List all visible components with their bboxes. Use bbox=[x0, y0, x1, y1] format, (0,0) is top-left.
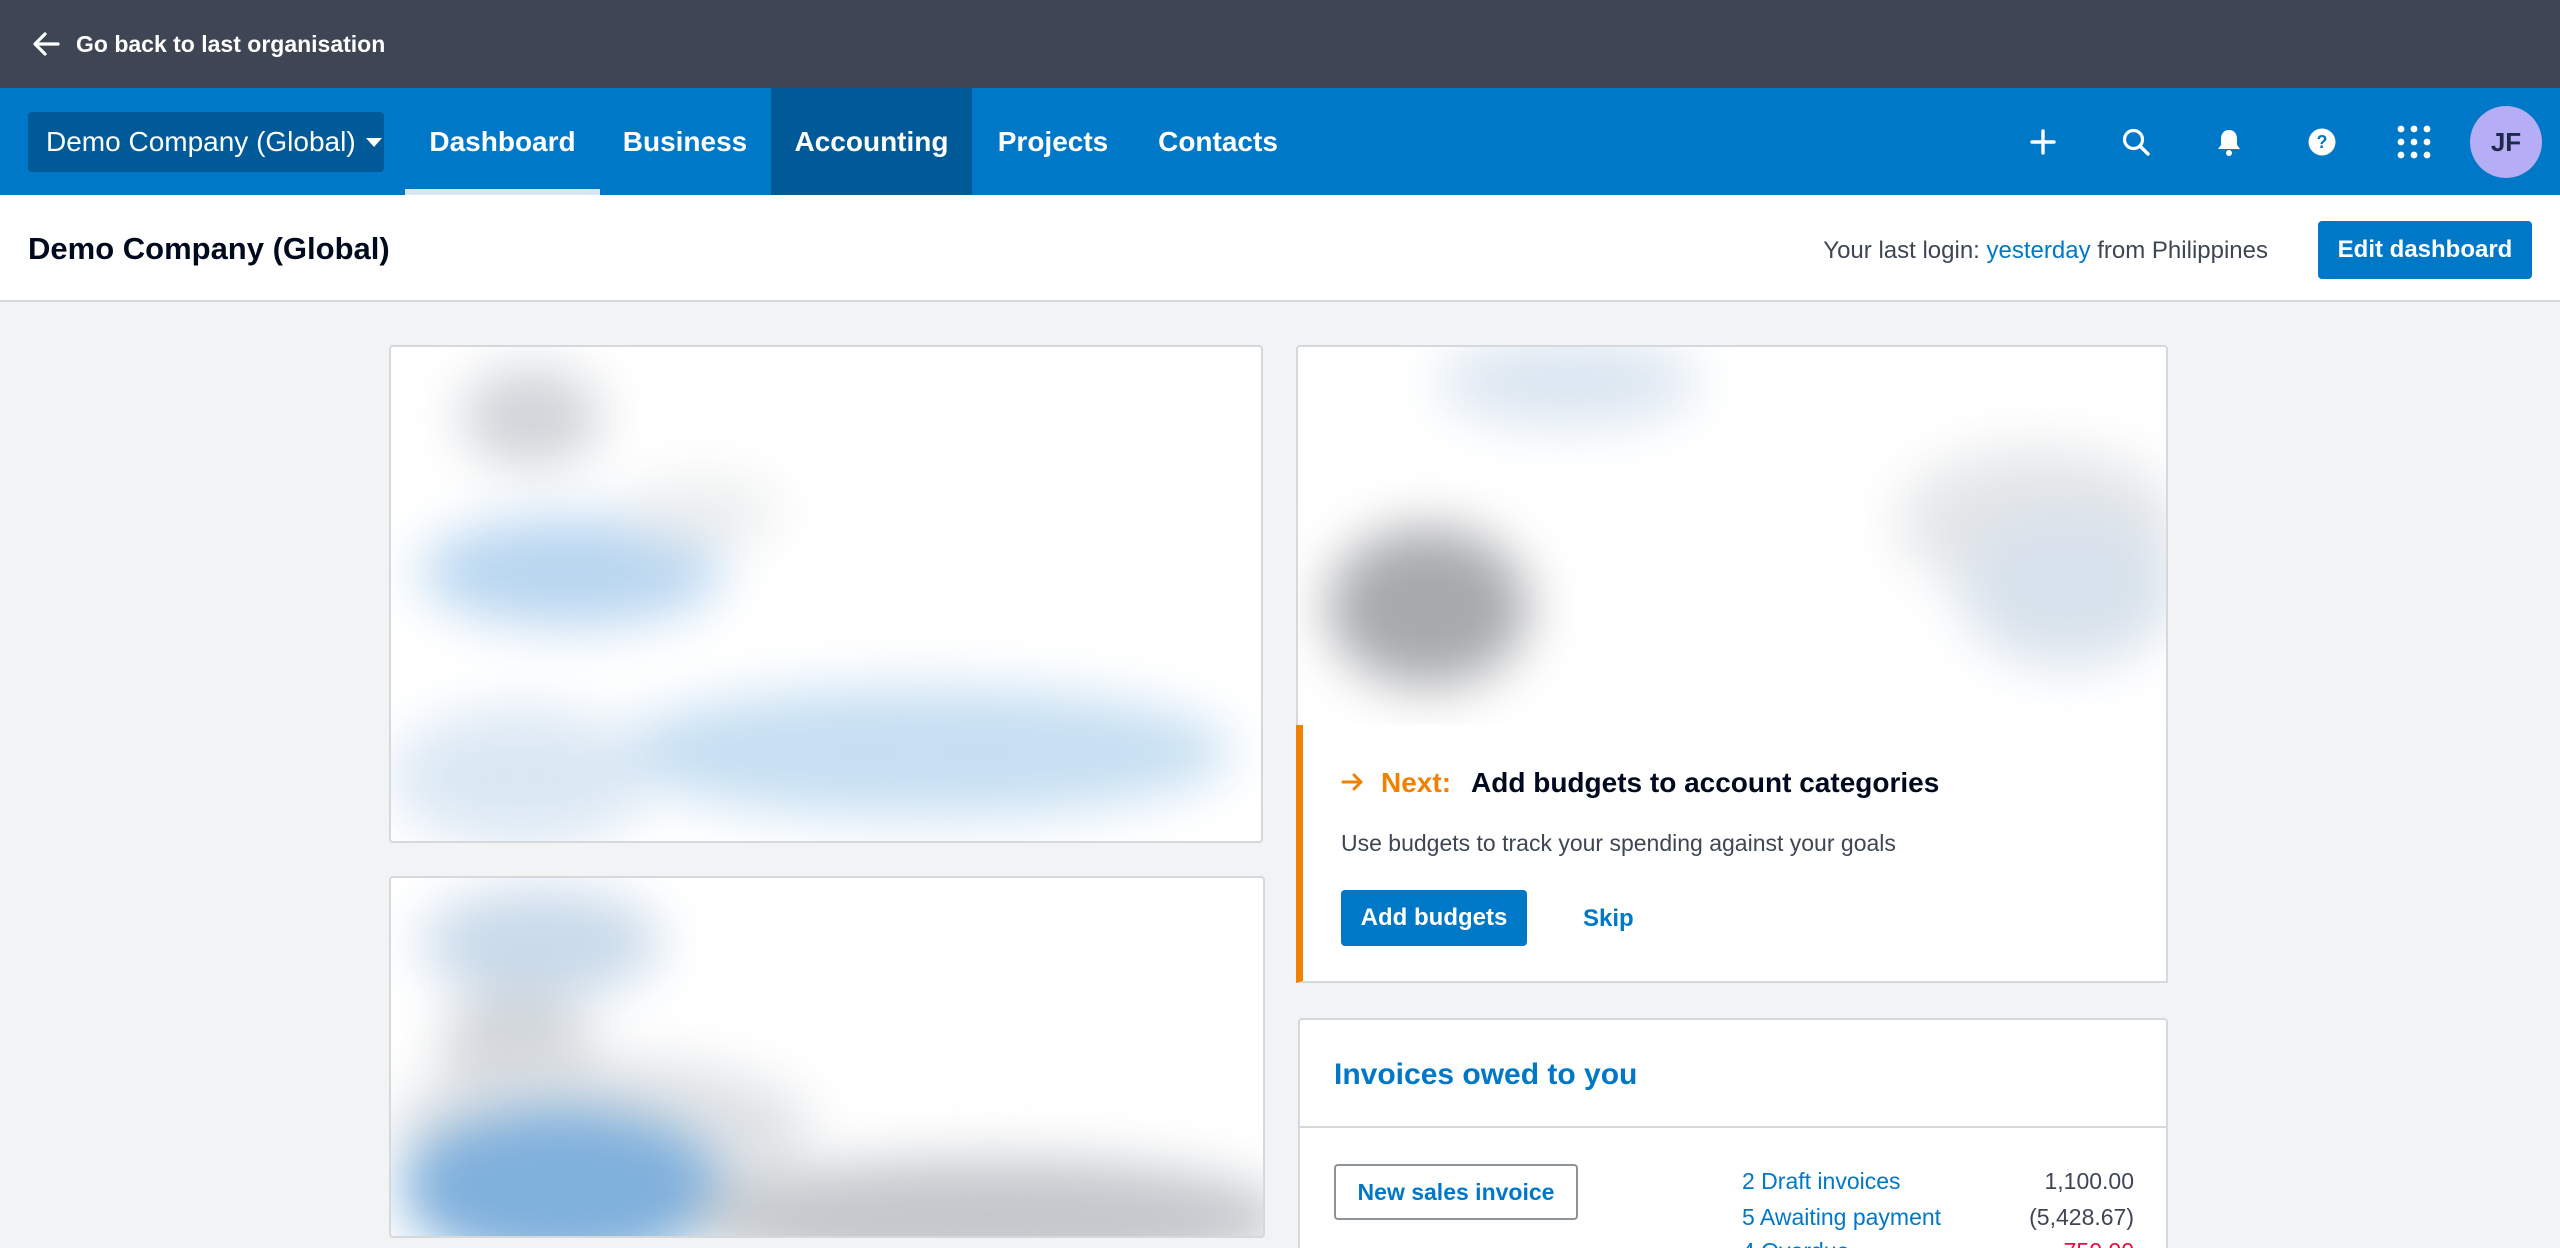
go-back-label: Go back to last organisation bbox=[76, 30, 386, 57]
next-step-label: Next: bbox=[1381, 767, 1452, 798]
invoice-summary-amount: 750.00 bbox=[2064, 1238, 2134, 1248]
tab-projects[interactable]: Projects bbox=[972, 88, 1134, 195]
arrow-right-icon bbox=[1341, 767, 1365, 799]
last-login-prefix: Your last login: bbox=[1823, 237, 1980, 264]
user-avatar[interactable]: JF bbox=[2470, 106, 2542, 178]
bell-icon[interactable] bbox=[2209, 122, 2249, 162]
blurred-widget-card bbox=[389, 345, 1263, 843]
tab-dashboard[interactable]: Dashboard bbox=[405, 88, 600, 195]
last-login-time-link[interactable]: yesterday bbox=[1987, 237, 2091, 264]
invoices-owed-title[interactable]: Invoices owed to you bbox=[1334, 1058, 1637, 1092]
skip-button[interactable]: Skip bbox=[1583, 905, 1634, 933]
tab-contacts[interactable]: Contacts bbox=[1134, 88, 1302, 195]
next-step-description: Use budgets to track your spending again… bbox=[1341, 830, 1896, 856]
tab-business-label: Business bbox=[622, 125, 748, 157]
blurred-content bbox=[1298, 347, 2166, 727]
tab-business[interactable]: Business bbox=[600, 88, 770, 195]
next-step-card: Next: Add budgets to account categories … bbox=[1296, 725, 2168, 983]
last-login-info: Your last login: yesterday from Philippi… bbox=[1823, 237, 2268, 265]
add-budgets-button[interactable]: Add budgets bbox=[1341, 890, 1527, 946]
main-nav: Demo Company (Global) Dashboard Business… bbox=[0, 88, 2560, 195]
invoice-summary-link[interactable]: 5 Awaiting payment bbox=[1742, 1204, 1941, 1231]
invoice-summary-amount: (5,428.67) bbox=[2029, 1204, 2134, 1230]
invoice-summary-amount: 1,100.00 bbox=[2044, 1168, 2134, 1194]
invoice-summary-link[interactable]: 2 Draft invoices bbox=[1742, 1168, 1901, 1195]
arrow-left-icon bbox=[30, 28, 62, 60]
last-login-suffix: from Philippines bbox=[2097, 237, 2268, 264]
invoice-summary-row: 2 Draft invoices 1,100.00 bbox=[1742, 1168, 2134, 1195]
go-back-bar[interactable]: Go back to last organisation bbox=[0, 0, 2560, 88]
tab-dashboard-label: Dashboard bbox=[429, 125, 576, 157]
org-switcher-label: Demo Company (Global) bbox=[46, 126, 356, 157]
caret-down-icon bbox=[365, 137, 382, 147]
invoice-summary-link[interactable]: 4 Overdue bbox=[1742, 1238, 1849, 1248]
tab-accounting-label: Accounting bbox=[794, 125, 949, 157]
tab-contacts-label: Contacts bbox=[1158, 125, 1278, 157]
svg-text:?: ? bbox=[2317, 132, 2328, 152]
page-header: Demo Company (Global) Your last login: y… bbox=[0, 195, 2560, 302]
divider bbox=[1300, 1126, 2166, 1128]
next-step-heading: Next: Add budgets to account categories bbox=[1341, 767, 1939, 799]
invoice-summary-row: 5 Awaiting payment (5,428.67) bbox=[1742, 1204, 2134, 1231]
plus-icon[interactable] bbox=[2023, 122, 2063, 162]
tab-projects-label: Projects bbox=[997, 125, 1109, 157]
edit-dashboard-button[interactable]: Edit dashboard bbox=[2318, 221, 2532, 279]
new-sales-invoice-button[interactable]: New sales invoice bbox=[1334, 1164, 1578, 1220]
blurred-widget-card bbox=[1296, 345, 2168, 727]
help-icon[interactable]: ? bbox=[2302, 122, 2342, 162]
next-step-title: Add budgets to account categories bbox=[1471, 767, 1940, 798]
invoice-summary-row: 4 Overdue 750.00 bbox=[1742, 1238, 2134, 1248]
blurred-widget-card bbox=[389, 876, 1265, 1238]
tab-accounting[interactable]: Accounting bbox=[771, 88, 972, 195]
blurred-content bbox=[391, 347, 1261, 841]
page-title: Demo Company (Global) bbox=[28, 231, 390, 266]
search-icon[interactable] bbox=[2116, 122, 2156, 162]
invoices-owed-card: Invoices owed to you New sales invoice 2… bbox=[1298, 1018, 2168, 1248]
org-switcher[interactable]: Demo Company (Global) bbox=[28, 112, 384, 172]
apps-grid-icon[interactable] bbox=[2394, 122, 2434, 162]
blurred-content bbox=[391, 878, 1263, 1236]
